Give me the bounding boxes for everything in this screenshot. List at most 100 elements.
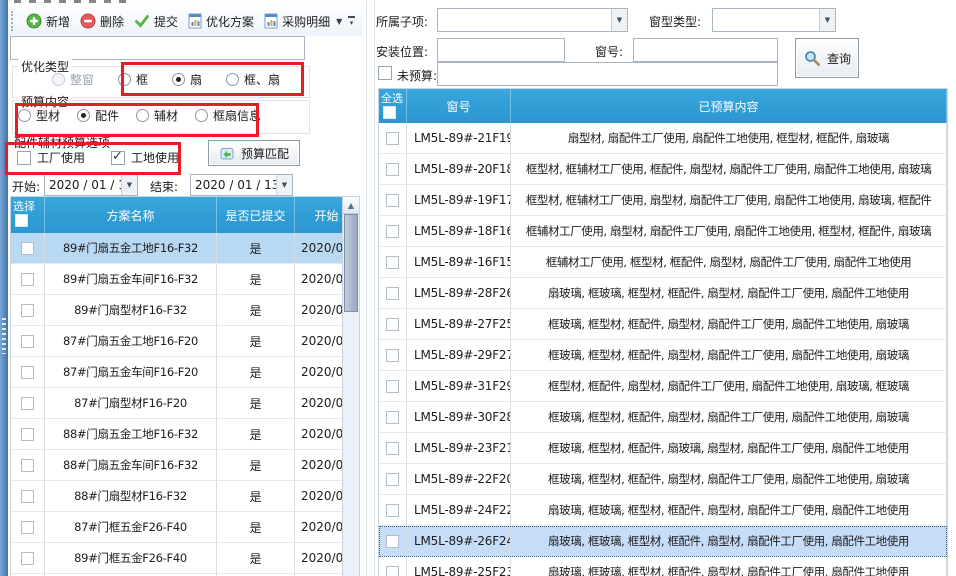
- row-checkbox[interactable]: [386, 535, 399, 548]
- window-row[interactable]: LM5L-89#-20F18框型材, 框辅材工厂使用, 框配件, 扇型材, 扇配…: [379, 154, 947, 185]
- row-checkbox[interactable]: [21, 242, 34, 255]
- row-select-cell[interactable]: [379, 247, 407, 277]
- plan-row[interactable]: 89#门扇五金车间F16-F32是2020/0: [11, 264, 359, 295]
- checkbox-icon[interactable]: [17, 151, 31, 165]
- row-checkbox[interactable]: [21, 273, 34, 286]
- window-type-dropdown-icon[interactable]: ▼: [819, 9, 835, 31]
- row-checkbox[interactable]: [21, 397, 34, 410]
- start-date-dropdown-icon[interactable]: ▼: [121, 175, 137, 195]
- row-checkbox[interactable]: [386, 132, 399, 145]
- left-dock-strip[interactable]: [0, 0, 8, 576]
- row-select-cell[interactable]: [379, 495, 407, 525]
- row-checkbox[interactable]: [386, 411, 399, 424]
- row-checkbox[interactable]: [386, 566, 399, 576]
- row-select-cell[interactable]: [11, 388, 45, 418]
- scrollbar-up-icon[interactable]: ▲: [343, 197, 359, 214]
- row-select-cell[interactable]: [379, 433, 407, 463]
- window-row[interactable]: LM5L-89#-18F16框辅材工厂使用, 扇型材, 扇配件工厂使用, 扇配件…: [379, 216, 947, 247]
- toolbar-button[interactable]: 采购明细▼: [259, 10, 347, 33]
- row-select-cell[interactable]: [11, 295, 45, 325]
- row-checkbox[interactable]: [386, 504, 399, 517]
- plan-filter-input[interactable]: [10, 36, 305, 60]
- row-checkbox[interactable]: [386, 442, 399, 455]
- row-checkbox[interactable]: [21, 459, 34, 472]
- row-select-cell[interactable]: [379, 526, 407, 556]
- no-budget-checkbox[interactable]: [378, 66, 392, 80]
- row-select-cell[interactable]: [11, 512, 45, 542]
- end-date-dropdown-icon[interactable]: ▼: [276, 175, 292, 195]
- row-checkbox[interactable]: [21, 428, 34, 441]
- row-select-cell[interactable]: [11, 264, 45, 294]
- plan-row[interactable]: 87#门框五金F26-F40是2020/0: [11, 512, 359, 543]
- usage-checkbox-option[interactable]: 工厂使用: [17, 149, 85, 166]
- row-checkbox[interactable]: [386, 349, 399, 362]
- window-row[interactable]: LM5L-89#-28F26扇玻璃, 框玻璃, 框型材, 框配件, 扇型材, 扇…: [379, 278, 947, 309]
- row-select-cell[interactable]: [379, 123, 407, 153]
- row-checkbox[interactable]: [21, 552, 34, 565]
- row-checkbox[interactable]: [21, 490, 34, 503]
- query-button[interactable]: 查询: [795, 38, 859, 78]
- row-select-cell[interactable]: [379, 557, 407, 576]
- plan-row[interactable]: 87#门扇五金车间F16-F20是2020/0: [11, 357, 359, 388]
- radio-option[interactable]: 扇: [172, 71, 202, 88]
- toolbar-button[interactable]: 优化方案: [183, 10, 259, 33]
- start-date-picker[interactable]: 2020 / 01 / 1 ▼: [44, 174, 138, 196]
- row-select-cell[interactable]: [11, 543, 45, 573]
- plan-row[interactable]: 89#门扇型材F16-F32是2020/0: [11, 295, 359, 326]
- row-checkbox[interactable]: [386, 473, 399, 486]
- install-pos-input[interactable]: [437, 38, 565, 62]
- plans-table-scrollbar[interactable]: ▲: [342, 197, 359, 576]
- window-row[interactable]: LM5L-89#-22F20框玻璃, 框型材, 框配件, 扇型材, 扇配件工厂使…: [379, 464, 947, 495]
- window-row[interactable]: LM5L-89#-23F21框玻璃, 框型材, 框配件, 扇玻璃, 扇型材, 扇…: [379, 433, 947, 464]
- toolbar-button[interactable]: 新增: [21, 10, 75, 33]
- plan-row[interactable]: 87#门扇五金工地F16-F20是2020/0: [11, 326, 359, 357]
- sub-item-dropdown-icon[interactable]: ▼: [611, 9, 627, 31]
- row-select-cell[interactable]: [11, 481, 45, 511]
- row-select-cell[interactable]: [379, 154, 407, 184]
- radio-option[interactable]: 辅材: [136, 107, 178, 124]
- row-select-cell[interactable]: [379, 309, 407, 339]
- window-row[interactable]: LM5L-89#-16F15框辅材工厂使用, 框型材, 框配件, 扇型材, 扇配…: [379, 247, 947, 278]
- row-select-cell[interactable]: [379, 464, 407, 494]
- radio-option[interactable]: 配件: [77, 107, 119, 124]
- plan-row[interactable]: 89#门框五金F26-F40是2020/0: [11, 543, 359, 574]
- chevron-down-icon[interactable]: ▼: [336, 17, 342, 26]
- row-checkbox[interactable]: [386, 163, 399, 176]
- row-checkbox[interactable]: [386, 194, 399, 207]
- window-row[interactable]: LM5L-89#-25F23扇玻璃, 框玻璃, 框型材, 框配件, 扇型材, 扇…: [379, 557, 947, 576]
- window-row[interactable]: LM5L-89#-27F25框玻璃, 框型材, 框配件, 扇型材, 扇配件工厂使…: [379, 309, 947, 340]
- row-select-cell[interactable]: [379, 185, 407, 215]
- select-all-plans-checkbox[interactable]: [15, 214, 28, 227]
- window-row[interactable]: LM5L-89#-30F28框玻璃, 框型材, 框配件, 扇型材, 扇配件工厂使…: [379, 402, 947, 433]
- sub-item-combo[interactable]: ▼: [437, 8, 628, 32]
- toolbar-button[interactable]: 提交: [129, 10, 183, 33]
- window-row[interactable]: LM5L-89#-19F17框型材, 框辅材工厂使用, 扇型材, 扇配件工厂使用…: [379, 185, 947, 216]
- row-checkbox[interactable]: [386, 256, 399, 269]
- row-select-cell[interactable]: [379, 340, 407, 370]
- row-select-cell[interactable]: [11, 326, 45, 356]
- scrollbar-thumb[interactable]: [344, 214, 358, 312]
- row-checkbox[interactable]: [386, 380, 399, 393]
- window-row[interactable]: LM5L-89#-24F22扇玻璃, 框玻璃, 框型材, 框配件, 扇型材, 扇…: [379, 495, 947, 526]
- row-select-cell[interactable]: [11, 419, 45, 449]
- plan-row[interactable]: 88#门扇型材F16-F32是2020/0: [11, 481, 359, 512]
- window-row[interactable]: LM5L-89#-31F29框型材, 框配件, 扇型材, 扇配件工厂使用, 扇配…: [379, 371, 947, 402]
- row-checkbox[interactable]: [21, 521, 34, 534]
- select-all-windows-checkbox[interactable]: [383, 106, 396, 119]
- row-checkbox[interactable]: [386, 287, 399, 300]
- row-select-cell[interactable]: [11, 450, 45, 480]
- row-select-cell[interactable]: [379, 278, 407, 308]
- radio-option[interactable]: 框、扇: [226, 71, 280, 88]
- radio-option[interactable]: 型材: [18, 107, 60, 124]
- row-checkbox[interactable]: [21, 304, 34, 317]
- row-select-cell[interactable]: [11, 233, 45, 263]
- plan-row[interactable]: 88#门扇五金车间F16-F32是2020/0: [11, 450, 359, 481]
- row-select-cell[interactable]: [379, 371, 407, 401]
- window-row[interactable]: LM5L-89#-26F24扇玻璃, 框玻璃, 框型材, 框配件, 扇型材, 扇…: [379, 526, 947, 557]
- plan-row[interactable]: 88#门扇五金工地F16-F32是2020/0: [11, 419, 359, 450]
- row-select-cell[interactable]: [379, 402, 407, 432]
- radio-option[interactable]: 框: [118, 71, 148, 88]
- row-select-cell[interactable]: [11, 357, 45, 387]
- toolbar-overflow-button[interactable]: ▾: [344, 13, 359, 30]
- budget-match-button[interactable]: 预算匹配: [208, 140, 300, 166]
